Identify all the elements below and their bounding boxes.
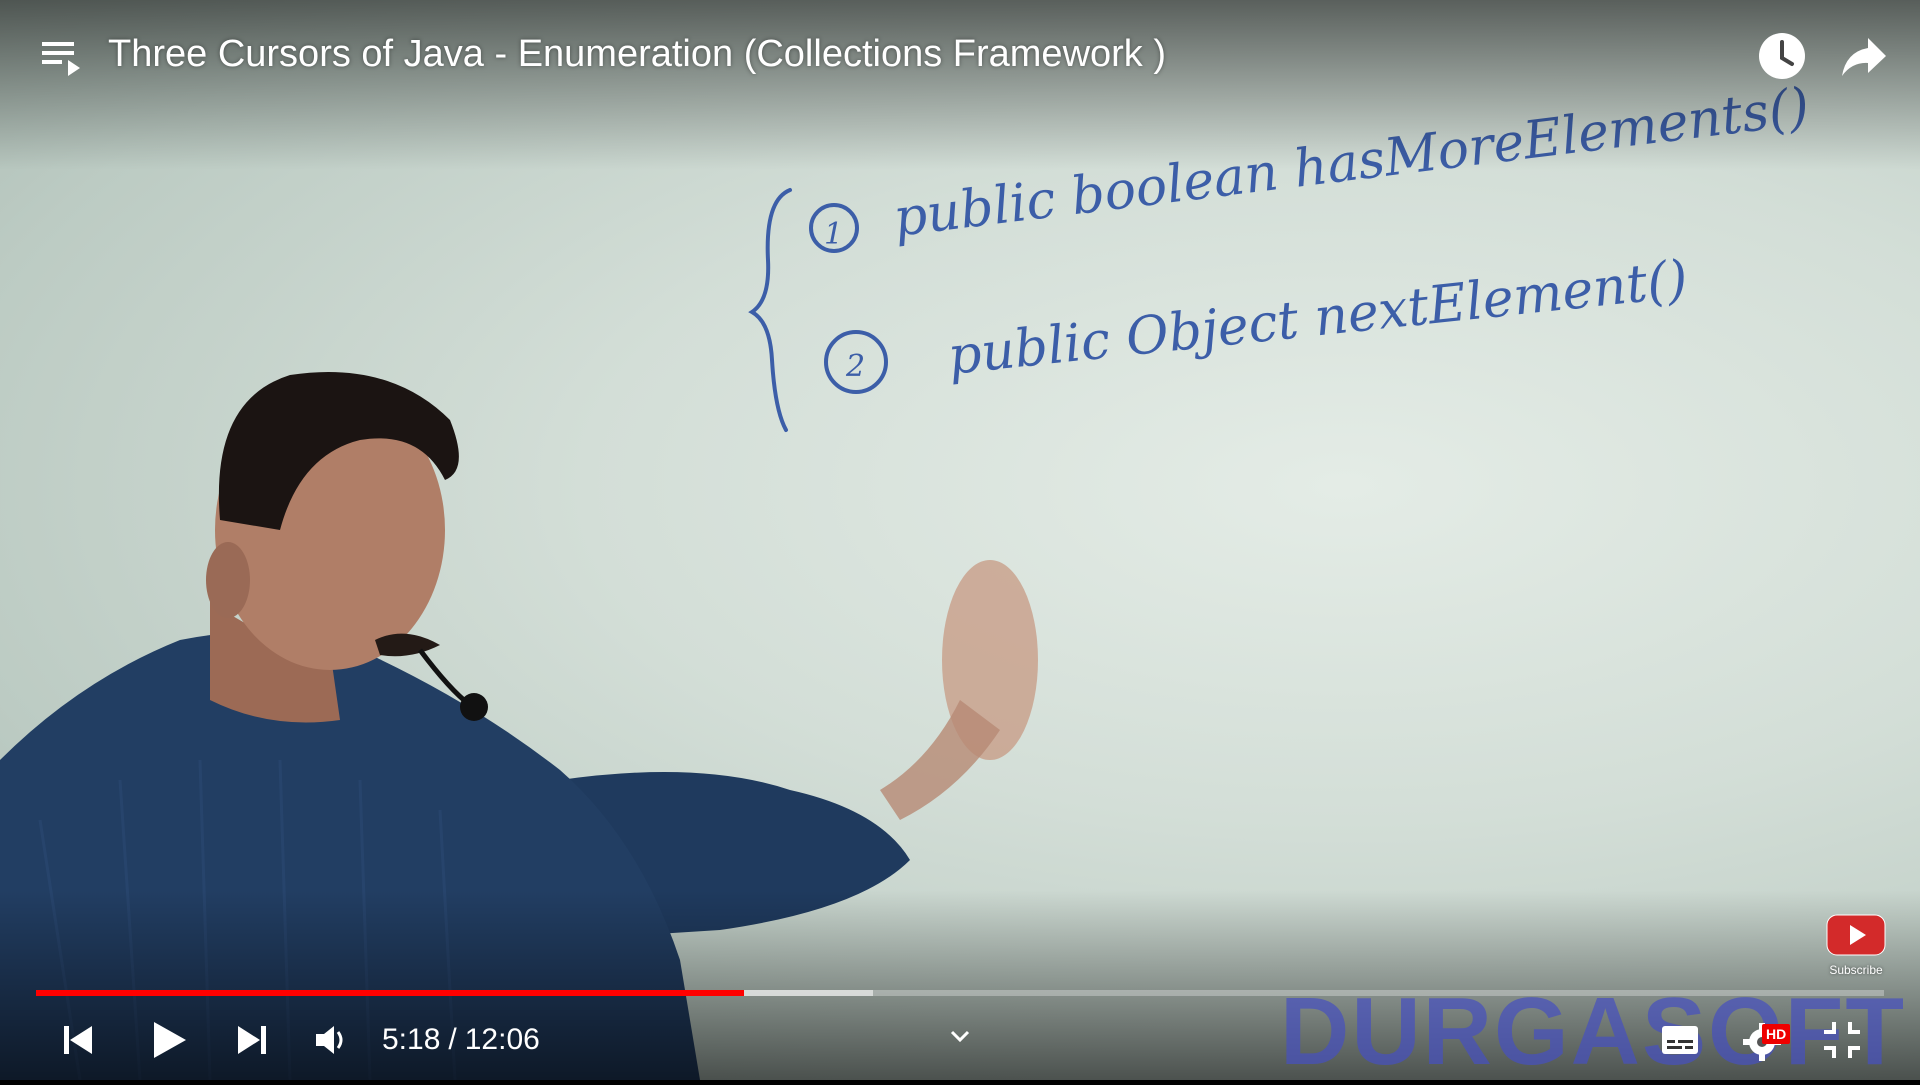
top-gradient [0, 0, 1920, 170]
watch-later-button[interactable] [1754, 28, 1810, 84]
exit-fullscreen-icon [1824, 1022, 1860, 1058]
expand-button[interactable] [944, 1020, 976, 1052]
progress-bar[interactable] [36, 990, 1884, 996]
skip-previous-icon [64, 1026, 92, 1054]
current-time: 5:18 [382, 1023, 441, 1056]
whiteboard-number-2: 2 [845, 349, 865, 384]
exit-fullscreen-button[interactable] [1816, 1014, 1868, 1066]
duration: 12:06 [464, 1023, 540, 1056]
volume-icon [316, 1026, 343, 1054]
whiteboard-line-2: public Object nextElement() [945, 250, 1690, 387]
channel-watermark: DURGASOFT [1280, 978, 1906, 1085]
play-icon [154, 1022, 186, 1058]
share-button[interactable] [1836, 28, 1892, 84]
subscribe-button[interactable]: Subscribe [1822, 914, 1890, 977]
subscribe-label: Subscribe [1829, 963, 1883, 977]
time-display: 5:18/12:06 [382, 1018, 540, 1062]
captions-icon [1662, 1026, 1698, 1054]
volume-button[interactable] [306, 1014, 358, 1066]
captions-button[interactable] [1654, 1014, 1706, 1066]
video-title[interactable]: Three Cursors of Java - Enumeration (Col… [108, 28, 1166, 80]
play-button[interactable] [142, 1014, 194, 1066]
chevron-down-icon [950, 1030, 970, 1043]
playlist-button[interactable] [40, 38, 82, 80]
hd-badge: HD [1762, 1024, 1791, 1044]
progress-played [36, 990, 744, 996]
share-icon [1842, 38, 1886, 76]
whiteboard-number-1: 1 [824, 217, 843, 252]
time-separator: / [448, 1023, 457, 1056]
video-frame[interactable]: 1 2 public boolean hasMoreElements() pub… [0, 0, 1920, 1080]
youtube-logo-icon [1826, 914, 1886, 956]
whiteboard-writing [748, 188, 888, 432]
next-button[interactable] [226, 1014, 278, 1066]
playlist-icon [42, 42, 80, 76]
clock-icon [1759, 33, 1805, 79]
previous-button[interactable] [52, 1014, 104, 1066]
skip-next-icon [238, 1026, 266, 1054]
